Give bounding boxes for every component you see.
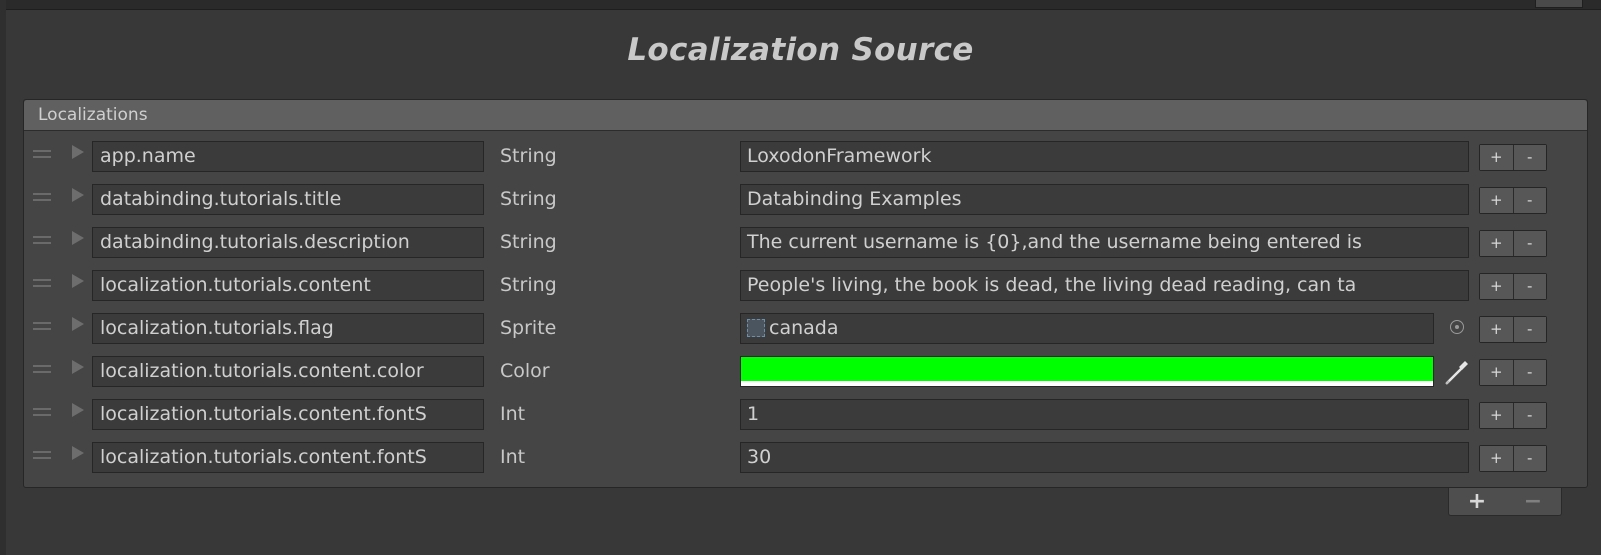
list-item: localization.tutorials.content String Pe… <box>24 265 1587 308</box>
key-field[interactable]: localization.tutorials.content.color <box>92 356 484 387</box>
key-field[interactable]: databinding.tutorials.title <box>92 184 484 215</box>
row-add-button[interactable]: + <box>1480 231 1514 256</box>
key-field[interactable]: databinding.tutorials.description <box>92 227 484 258</box>
drag-handle-icon[interactable] <box>33 322 51 330</box>
row-add-button[interactable]: + <box>1480 360 1514 385</box>
drag-handle-icon[interactable] <box>33 150 51 158</box>
row-remove-button[interactable]: - <box>1513 360 1546 385</box>
page-title: Localization Source <box>627 32 974 68</box>
sprite-icon <box>747 319 765 337</box>
value-field[interactable]: The current username is {0},and the user… <box>740 227 1469 258</box>
color-swatch <box>741 357 1433 381</box>
key-field[interactable]: app.name <box>92 141 484 172</box>
type-label: Int <box>500 446 526 468</box>
drag-handle-icon[interactable] <box>33 365 51 373</box>
row-remove-button[interactable]: - <box>1513 188 1546 213</box>
key-field[interactable]: localization.tutorials.content.fontS <box>92 399 484 430</box>
type-label: String <box>500 231 557 253</box>
row-add-remove: + - <box>1479 144 1547 171</box>
sprite-name: canada <box>769 317 839 339</box>
drag-handle-icon[interactable] <box>33 408 51 416</box>
list-add-button[interactable]: + <box>1449 488 1505 515</box>
row-add-remove: + - <box>1479 187 1547 214</box>
list-item: localization.tutorials.content.fontS Int… <box>24 437 1587 480</box>
list-rows: app.name String LoxodonFramework + - dat… <box>24 136 1587 480</box>
list-item: databinding.tutorials.title String Datab… <box>24 179 1587 222</box>
row-remove-button[interactable]: - <box>1513 403 1546 428</box>
drag-handle-icon[interactable] <box>33 451 51 459</box>
row-remove-button[interactable]: - <box>1513 446 1546 471</box>
row-add-remove: + - <box>1479 445 1547 472</box>
eyedropper-icon[interactable] <box>1442 357 1472 387</box>
left-edge <box>0 0 6 555</box>
value-field[interactable]: 30 <box>740 442 1469 473</box>
foldout-arrow-icon[interactable] <box>72 274 84 288</box>
top-toolbar <box>0 0 1601 10</box>
list-footer-add-remove: + − <box>1448 488 1562 516</box>
sprite-object-field[interactable]: canada <box>740 313 1434 344</box>
row-add-button[interactable]: + <box>1480 274 1514 299</box>
row-add-button[interactable]: + <box>1480 317 1514 342</box>
type-label: String <box>500 188 557 210</box>
type-label: String <box>500 274 557 296</box>
foldout-arrow-icon[interactable] <box>72 145 84 159</box>
list-item: localization.tutorials.content.color Col… <box>24 351 1587 394</box>
drag-handle-icon[interactable] <box>33 236 51 244</box>
row-add-button[interactable]: + <box>1480 188 1514 213</box>
foldout-arrow-icon[interactable] <box>72 231 84 245</box>
list-header: Localizations <box>24 100 1587 131</box>
foldout-arrow-icon[interactable] <box>72 317 84 331</box>
row-add-button[interactable]: + <box>1480 145 1514 170</box>
list-item: localization.tutorials.content.fontS Int… <box>24 394 1587 437</box>
toolbar-button[interactable] <box>1535 0 1583 8</box>
key-field[interactable]: localization.tutorials.content.fontS <box>92 442 484 473</box>
foldout-arrow-icon[interactable] <box>72 360 84 374</box>
row-remove-button[interactable]: - <box>1513 274 1546 299</box>
row-add-remove: + - <box>1479 273 1547 300</box>
type-label: Color <box>500 360 550 382</box>
drag-handle-icon[interactable] <box>33 193 51 201</box>
value-field[interactable]: People's living, the book is dead, the l… <box>740 270 1469 301</box>
object-picker-icon[interactable] <box>1450 320 1464 334</box>
type-label: String <box>500 145 557 167</box>
foldout-arrow-icon[interactable] <box>72 403 84 417</box>
row-remove-button[interactable]: - <box>1513 231 1546 256</box>
key-field[interactable]: localization.tutorials.flag <box>92 313 484 344</box>
row-add-button[interactable]: + <box>1480 403 1514 428</box>
row-remove-button[interactable]: - <box>1513 317 1546 342</box>
row-remove-button[interactable]: - <box>1513 145 1546 170</box>
type-label: Sprite <box>500 317 557 339</box>
row-add-button[interactable]: + <box>1480 446 1514 471</box>
foldout-arrow-icon[interactable] <box>72 188 84 202</box>
list-item: app.name String LoxodonFramework + - <box>24 136 1587 179</box>
list-item: localization.tutorials.flag Sprite canad… <box>24 308 1587 351</box>
list-item: databinding.tutorials.description String… <box>24 222 1587 265</box>
drag-handle-icon[interactable] <box>33 279 51 287</box>
value-field[interactable]: Databinding Examples <box>740 184 1469 215</box>
row-add-remove: + - <box>1479 402 1547 429</box>
type-label: Int <box>500 403 526 425</box>
color-field[interactable] <box>740 356 1434 387</box>
value-field[interactable]: 1 <box>740 399 1469 430</box>
row-add-remove: + - <box>1479 230 1547 257</box>
foldout-arrow-icon[interactable] <box>72 446 84 460</box>
row-add-remove: + - <box>1479 359 1547 386</box>
row-add-remove: + - <box>1479 316 1547 343</box>
list-remove-button[interactable]: − <box>1505 488 1561 515</box>
value-field[interactable]: LoxodonFramework <box>740 141 1469 172</box>
key-field[interactable]: localization.tutorials.content <box>92 270 484 301</box>
localizations-list: Localizations app.name String LoxodonFra… <box>23 99 1588 488</box>
